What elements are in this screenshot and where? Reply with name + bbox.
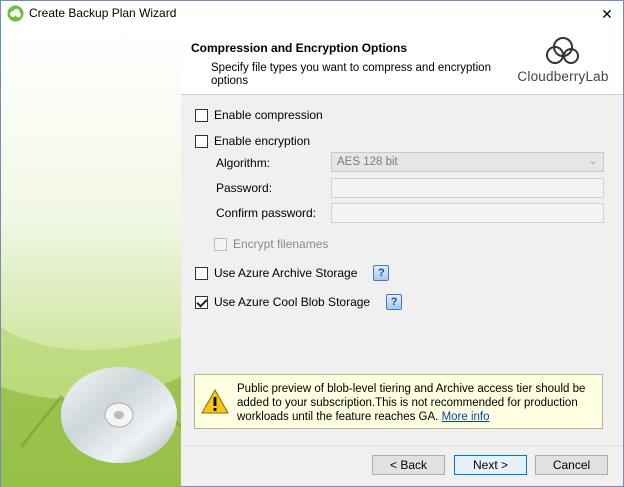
enable-compression-row[interactable]: Enable compression [195, 108, 323, 122]
page-subtitle: Specify file types you want to compress … [211, 62, 491, 87]
back-button[interactable]: < Back [372, 455, 445, 475]
confirm-password-input[interactable] [331, 203, 604, 223]
button-divider [181, 445, 623, 446]
enable-encryption-checkbox[interactable] [195, 134, 208, 148]
confirm-password-label: Confirm password: [216, 206, 317, 220]
encrypt-filenames-checkbox[interactable] [214, 237, 227, 251]
enable-compression-label: Enable compression [214, 108, 323, 122]
warning-message: Public preview of blob-level tiering and… [237, 383, 586, 423]
cancel-button[interactable]: Cancel [535, 455, 608, 475]
encrypt-filenames-row[interactable]: Encrypt filenames [214, 237, 328, 251]
close-icon: ✕ [601, 6, 613, 22]
azure-cool-help-icon[interactable]: ? [386, 294, 403, 310]
enable-encryption-label: Enable encryption [214, 134, 311, 148]
azure-archive-label: Use Azure Archive Storage [214, 266, 358, 280]
warning-icon [201, 389, 229, 414]
next-button[interactable]: Next > [454, 455, 527, 475]
title-bar: Create Backup Plan Wizard ✕ [1, 1, 623, 27]
wizard-header: Compression and Encryption Options Speci… [181, 27, 623, 95]
algorithm-label: Algorithm: [216, 156, 271, 170]
azure-cool-checkbox[interactable] [195, 295, 208, 309]
wizard-window: Create Backup Plan Wizard ✕ Compression … [0, 0, 624, 487]
logo-text: CloudberryLab [517, 69, 609, 84]
chevron-down-icon: ⌄ [588, 156, 597, 167]
page-title: Compression and Encryption Options [191, 41, 408, 55]
warning-banner: Public preview of blob-level tiering and… [194, 374, 603, 429]
algorithm-select[interactable]: AES 128 bit ⌄ [331, 152, 604, 172]
algorithm-value: AES 128 bit [337, 156, 398, 168]
password-label: Password: [216, 181, 273, 195]
close-button[interactable]: ✕ [597, 4, 617, 24]
cloudberry-logo: CloudberryLab [511, 35, 611, 89]
more-info-link[interactable]: More info [442, 411, 490, 423]
azure-archive-checkbox[interactable] [195, 266, 208, 280]
azure-cool-label: Use Azure Cool Blob Storage [214, 295, 371, 309]
window-title: Create Backup Plan Wizard [29, 6, 177, 20]
azure-archive-row[interactable]: Use Azure Archive Storage ? [195, 265, 390, 281]
sidebar-artwork [1, 327, 181, 487]
cloud-logo-icon [546, 37, 579, 64]
azure-cool-row[interactable]: Use Azure Cool Blob Storage ? [195, 294, 403, 310]
enable-compression-checkbox[interactable] [195, 108, 208, 122]
cloudberry-app-icon [7, 5, 24, 22]
azure-archive-help-icon[interactable]: ? [373, 265, 390, 281]
warning-text: Public preview of blob-level tiering and… [237, 382, 597, 424]
encrypt-filenames-label: Encrypt filenames [233, 237, 329, 251]
cd-disc-icon [61, 367, 177, 463]
password-input[interactable] [331, 178, 604, 198]
enable-encryption-row[interactable]: Enable encryption [195, 134, 310, 148]
sidebar-banner [1, 27, 181, 487]
